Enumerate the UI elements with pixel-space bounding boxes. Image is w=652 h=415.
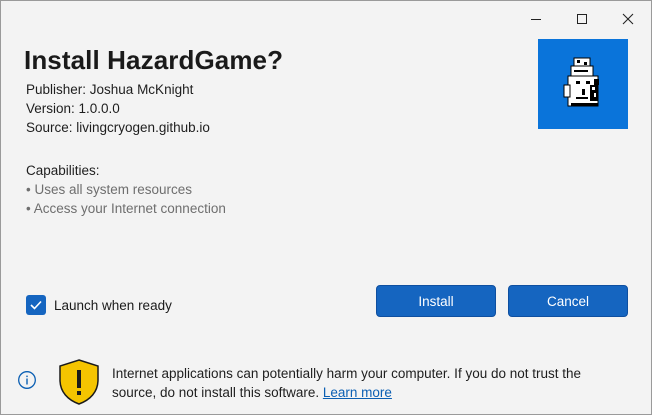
maximize-icon[interactable] [559,7,605,31]
launch-when-ready-option[interactable]: Launch when ready [26,295,172,315]
capabilities-list: Uses all system resources Access your In… [26,180,226,218]
version-text: Version: 1.0.0.0 [26,101,120,116]
publisher-text: Publisher: Joshua McKnight [26,82,194,97]
capabilities-heading: Capabilities: [26,163,100,178]
info-icon [18,371,36,389]
launch-checkbox[interactable] [26,295,46,315]
pixel-art-character-icon [563,57,599,107]
installer-window: Install HazardGame? Publisher: Joshua Mc… [0,0,652,415]
install-title: Install HazardGame? [24,45,284,75]
close-icon[interactable] [605,7,651,31]
capability-item: Uses all system resources [26,180,226,199]
window-controls [513,7,651,31]
install-button[interactable]: Install [376,285,496,317]
app-meta: Publisher: Joshua McKnight Version: 1.0.… [26,80,210,137]
capability-item: Access your Internet connection [26,199,226,218]
app-logo [538,39,628,129]
cancel-button[interactable]: Cancel [508,285,628,317]
capabilities-section: Capabilities: Uses all system resources … [26,161,226,218]
launch-label: Launch when ready [54,297,172,313]
learn-more-link[interactable]: Learn more [323,385,392,400]
checkmark-icon [30,300,42,310]
security-warning: Internet applications can potentially ha… [112,364,622,402]
source-text: Source: livingcryogen.github.io [26,120,210,135]
minimize-icon[interactable] [513,7,559,31]
warning-shield-icon [59,359,99,405]
